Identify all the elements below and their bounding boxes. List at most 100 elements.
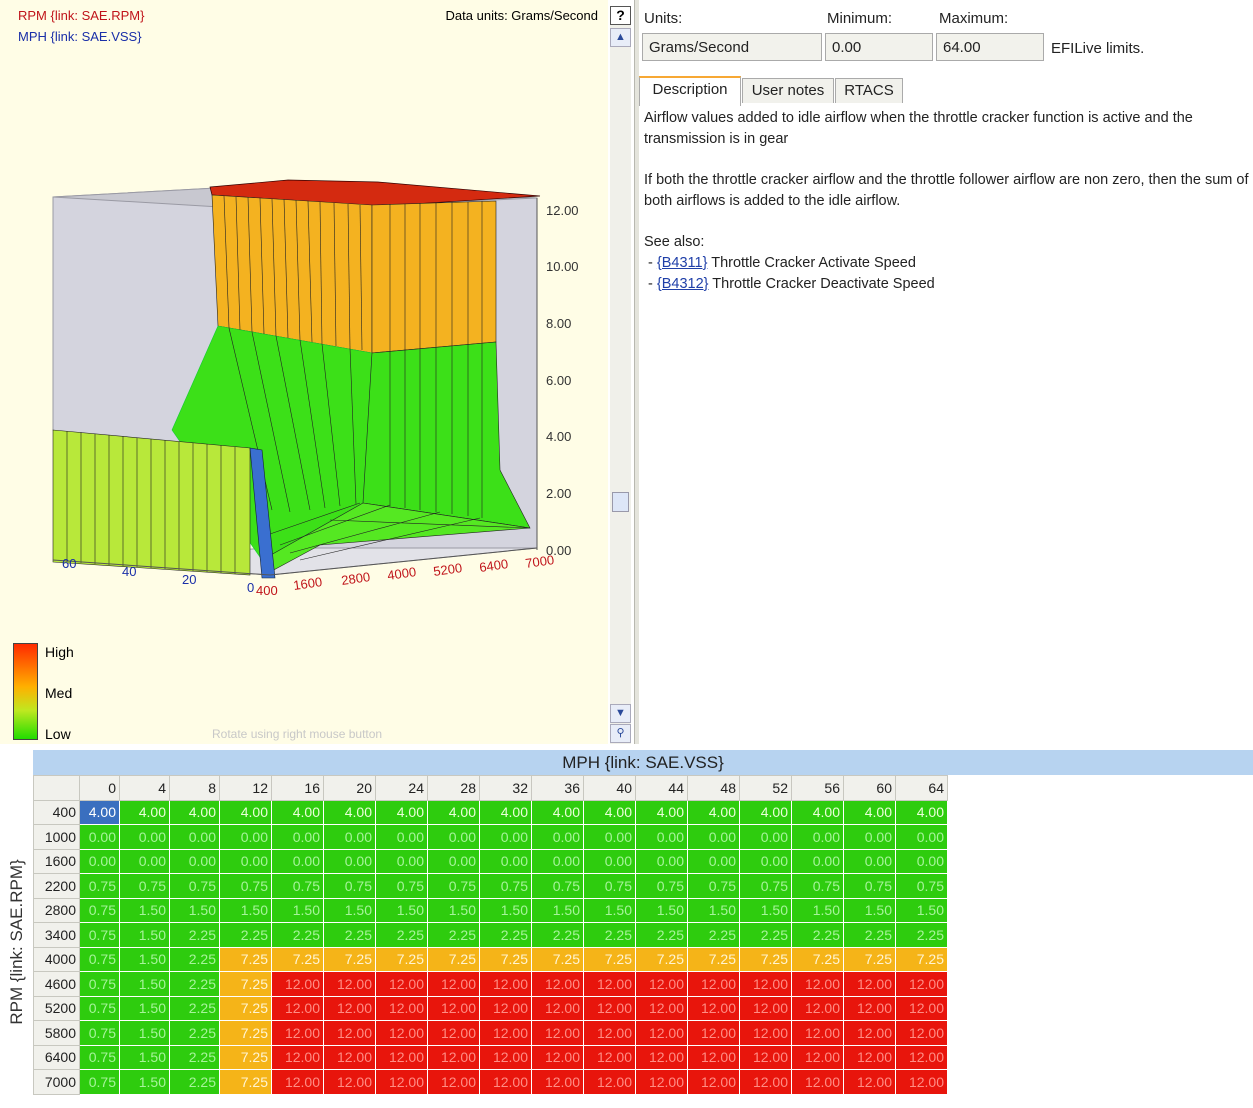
table-cell[interactable]: 1.50 [119,1069,170,1095]
table-cell[interactable]: 1.50 [531,897,584,923]
table-cell[interactable]: 1.50 [119,1020,170,1046]
table-cell[interactable]: 4.00 [583,799,636,825]
table-cell[interactable]: 4.00 [843,799,896,825]
table-cell[interactable]: 12.00 [843,1069,896,1095]
table-cell[interactable]: 7.25 [791,946,844,972]
table-cell[interactable]: 0.75 [79,873,120,899]
table-cell[interactable]: 0.00 [583,848,636,874]
table-cell[interactable]: 12.00 [583,995,636,1021]
table-cell[interactable]: 2.25 [169,946,220,972]
column-header[interactable]: 52 [739,775,792,801]
row-header[interactable]: 7000 [33,1069,80,1095]
table-cell[interactable]: 2.25 [169,1069,220,1095]
row-header[interactable]: 2200 [33,873,80,899]
row-header[interactable]: 5200 [33,995,80,1021]
table-cell[interactable]: 4.00 [427,799,480,825]
table-cell[interactable]: 7.25 [479,946,532,972]
table-cell[interactable]: 12.00 [791,995,844,1021]
scroll-thumb[interactable] [612,492,629,512]
table-cell[interactable]: 4.00 [169,799,220,825]
table-cell[interactable]: 0.00 [895,824,948,850]
table-cell[interactable]: 0.75 [79,971,120,997]
column-header[interactable]: 24 [375,775,428,801]
table-cell[interactable]: 0.75 [531,873,584,899]
table-cell[interactable]: 0.00 [219,824,272,850]
table-cell[interactable]: 12.00 [323,1020,376,1046]
table-cell[interactable]: 0.75 [119,873,170,899]
table-cell[interactable]: 7.25 [375,946,428,972]
column-header[interactable]: 64 [895,775,948,801]
table-cell[interactable]: 2.25 [375,922,428,948]
table-cell[interactable]: 12.00 [271,995,324,1021]
table-cell[interactable]: 12.00 [739,995,792,1021]
table-cell[interactable]: 12.00 [271,971,324,997]
row-header[interactable]: 2800 [33,897,80,923]
surface-plot[interactable]: 12.00 10.00 8.00 6.00 4.00 2.00 0.00 400… [0,0,608,640]
column-header[interactable]: 40 [583,775,636,801]
table-cell[interactable]: 12.00 [791,1020,844,1046]
column-header[interactable]: 36 [531,775,584,801]
table-cell[interactable]: 2.25 [791,922,844,948]
table-cell[interactable]: 0.00 [375,848,428,874]
table-cell[interactable]: 12.00 [843,1044,896,1070]
table-cell[interactable]: 2.25 [323,922,376,948]
table-cell[interactable]: 0.00 [323,848,376,874]
table-cell[interactable]: 2.25 [843,922,896,948]
table-cell[interactable]: 1.50 [119,995,170,1021]
table-cell[interactable]: 7.25 [843,946,896,972]
table-cell[interactable]: 0.75 [79,946,120,972]
table-cell[interactable]: 12.00 [895,1020,948,1046]
table-cell[interactable]: 0.75 [843,873,896,899]
table-cell[interactable]: 12.00 [791,1044,844,1070]
table-cell[interactable]: 12.00 [583,1020,636,1046]
table-cell[interactable]: 4.00 [479,799,532,825]
table-cell[interactable]: 4.00 [791,799,844,825]
table-cell[interactable]: 12.00 [895,1044,948,1070]
column-header[interactable]: 60 [843,775,896,801]
table-cell[interactable]: 7.25 [323,946,376,972]
table-cell[interactable]: 12.00 [427,1020,480,1046]
table-cell[interactable]: 7.25 [687,946,740,972]
table-cell[interactable]: 0.75 [427,873,480,899]
table-cell[interactable]: 0.75 [271,873,324,899]
table-cell[interactable]: 2.25 [895,922,948,948]
column-header[interactable]: 16 [271,775,324,801]
table-cell[interactable]: 1.50 [739,897,792,923]
table-cell[interactable]: 12.00 [635,971,688,997]
table-cell[interactable]: 1.50 [271,897,324,923]
table-cell[interactable]: 0.00 [531,848,584,874]
table-cell[interactable]: 7.25 [427,946,480,972]
table-cell[interactable]: 7.25 [219,995,272,1021]
graph-scrollbar[interactable]: ? ▲ ▼ ⚲ [610,6,631,744]
table-cell[interactable]: 0.75 [791,873,844,899]
table-cell[interactable]: 12.00 [635,1069,688,1095]
column-header[interactable]: 12 [219,775,272,801]
table-cell[interactable]: 0.00 [323,824,376,850]
row-header[interactable]: 3400 [33,922,80,948]
minimum-field[interactable]: 0.00 [825,33,933,61]
table-cell[interactable]: 12.00 [687,995,740,1021]
table-cell[interactable]: 2.25 [169,1044,220,1070]
table-cell[interactable]: 7.25 [583,946,636,972]
table-cell[interactable]: 0.00 [119,848,170,874]
table-cell[interactable]: 7.25 [219,971,272,997]
table-cell[interactable]: 12.00 [635,1020,688,1046]
table-cell[interactable]: 12.00 [843,1020,896,1046]
table-cell[interactable]: 12.00 [635,1044,688,1070]
table-cell[interactable]: 12.00 [687,971,740,997]
table-cell[interactable]: 0.75 [79,1044,120,1070]
table-cell[interactable]: 2.25 [169,995,220,1021]
row-header[interactable]: 400 [33,799,80,825]
table-cell[interactable]: 0.75 [169,873,220,899]
table-cell[interactable]: 0.75 [687,873,740,899]
table-cell[interactable]: 0.00 [687,848,740,874]
table-cell[interactable]: 1.50 [479,897,532,923]
table-cell[interactable]: 0.00 [739,824,792,850]
table-cell[interactable]: 12.00 [843,971,896,997]
table-cell[interactable]: 0.00 [791,824,844,850]
table-cell[interactable]: 12.00 [531,971,584,997]
table-cell[interactable]: 12.00 [739,971,792,997]
table-cell[interactable]: 2.25 [635,922,688,948]
table-cell[interactable]: 0.00 [739,848,792,874]
table-cell[interactable]: 1.50 [219,897,272,923]
